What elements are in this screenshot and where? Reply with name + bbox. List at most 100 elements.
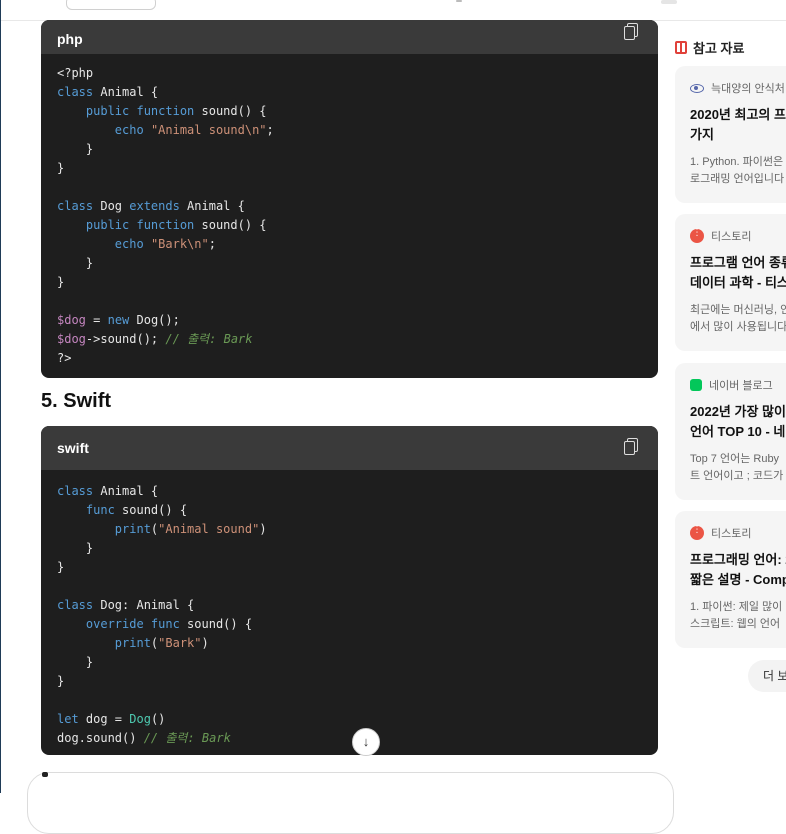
- reference-title[interactable]: 프로그래밍 언어: 2 짧은 설명 - Comp: [690, 550, 786, 590]
- code-token: ?>: [57, 351, 72, 365]
- copy-icon[interactable]: [624, 22, 640, 40]
- code-token: class: [57, 199, 94, 213]
- code-line: ​: [57, 292, 642, 311]
- code-token: }: [57, 275, 65, 289]
- reference-title-line: 언어 TOP 10 - 네: [690, 424, 786, 439]
- reference-card[interactable]: 네이버 블로그 2022년 가장 많이 언어 TOP 10 - 네 Top 7 …: [675, 363, 786, 500]
- code-token: ;: [266, 123, 274, 137]
- more-references-button[interactable]: 더 보기: [748, 660, 786, 692]
- code-token: class: [57, 484, 94, 498]
- reference-snippet-line: 트 언어이고 ; 코드가: [690, 470, 784, 482]
- code-token: (): [150, 712, 166, 726]
- code-token: }: [57, 541, 94, 555]
- code-token: // 출력: Bark: [165, 332, 253, 346]
- code-line: }: [57, 159, 642, 178]
- code-line: ​: [57, 577, 642, 596]
- code-token: }: [57, 655, 94, 669]
- code-block-swift: swift class Animal { func sound() { prin…: [41, 426, 658, 755]
- reference-source: 티스토리: [690, 524, 752, 541]
- code-line: public function sound() {: [57, 102, 642, 121]
- code-line: func sound() {: [57, 501, 642, 520]
- code-block-header: swift: [41, 426, 658, 470]
- message-composer[interactable]: [27, 772, 674, 834]
- code-line: class Dog extends Animal {: [57, 197, 642, 216]
- code-token: "Bark\n": [150, 237, 209, 251]
- code-line: print("Animal sound"): [57, 520, 642, 539]
- scroll-down-button[interactable]: ↓: [352, 728, 380, 756]
- reference-title[interactable]: 2020년 최고의 프 가지: [690, 105, 786, 145]
- reference-card[interactable]: 늑대양의 안식처 2020년 최고의 프 가지 1. Python. 파이썬은 …: [675, 66, 786, 203]
- references-sidebar: 참고 자료 늑대양의 안식처 2020년 최고의 프 가지 1. Python.…: [675, 20, 786, 793]
- code-line: }: [57, 653, 642, 672]
- reference-snippet-line: 로그래밍 언어입니다: [690, 173, 785, 185]
- code-token: public function: [85, 104, 195, 118]
- reference-card[interactable]: 티스토리 프로그래밍 언어: 2 짧은 설명 - Comp 1. 파이썬: 제일…: [675, 511, 786, 648]
- code-token: sound() {: [179, 617, 253, 631]
- code-token: print: [114, 636, 151, 650]
- reference-snippet: 1. Python. 파이썬은 로그래밍 언어입니다: [690, 154, 786, 188]
- code-token: Dog: Animal {: [93, 598, 195, 612]
- code-token: echo: [114, 237, 144, 251]
- code-token: Dog: [93, 199, 130, 213]
- reference-title-line: 가지: [690, 127, 714, 142]
- top-bar-fragment: [661, 0, 677, 4]
- tistory-icon: [690, 227, 704, 243]
- code-line: <?php: [57, 64, 642, 83]
- reference-card[interactable]: 티스토리 프로그램 언어 종류 데이터 과학 - 티스 최근에는 머신러닝, 인…: [675, 214, 786, 351]
- code-token: }: [57, 142, 94, 156]
- code-token: class: [57, 598, 94, 612]
- code-line: class Dog: Animal {: [57, 596, 642, 615]
- reference-snippet-line: Top 7 언어는 Ruby: [690, 453, 780, 465]
- code-token: "Animal sound\n": [150, 123, 267, 137]
- reference-source: 늑대양의 안식처: [690, 80, 785, 96]
- window-edge: [0, 0, 1, 793]
- reference-source: 네이버 블로그: [690, 377, 773, 393]
- code-token: class: [57, 85, 94, 99]
- reference-title[interactable]: 2022년 가장 많이 언어 TOP 10 - 네: [690, 402, 786, 442]
- code-block-header: php: [41, 20, 658, 54]
- top-bar-button[interactable]: [66, 0, 156, 10]
- reference-source: 티스토리: [690, 227, 751, 244]
- copy-icon[interactable]: [624, 437, 640, 455]
- code-token: $dog: [57, 313, 86, 327]
- eye-logo-icon: [690, 83, 704, 93]
- reference-snippet-line: 에서 많이 사용됩니다: [690, 321, 786, 333]
- code-line: echo "Animal sound\n";: [57, 121, 642, 140]
- code-token: public function: [85, 218, 195, 232]
- code-token: dog.sound(): [57, 731, 144, 745]
- code-line: echo "Bark\n";: [57, 235, 642, 254]
- code-token: Animal {: [179, 199, 245, 213]
- reference-title-line: 짧은 설명 - Comp: [690, 572, 786, 587]
- code-token: Animal {: [93, 484, 159, 498]
- reference-source-name: 티스토리: [711, 528, 752, 540]
- code-token: }: [57, 256, 94, 270]
- reference-title-line: 2022년 가장 많이: [690, 404, 786, 419]
- code-language-label: swift: [57, 440, 89, 456]
- code-token: <?php: [57, 66, 94, 80]
- code-token: Dog();: [129, 313, 180, 327]
- top-bar: [1, 0, 786, 21]
- reference-title-line: 프로그래밍 언어: 2: [690, 552, 786, 567]
- code-token: print: [114, 522, 151, 536]
- code-token: }: [57, 560, 65, 574]
- code-line: $dog = new Dog();: [57, 311, 642, 330]
- references-title: 참고 자료: [693, 41, 745, 56]
- code-token: extends: [129, 199, 180, 213]
- code-line: override func sound() {: [57, 615, 642, 634]
- code-line: }: [57, 140, 642, 159]
- reference-title[interactable]: 프로그램 언어 종류 데이터 과학 - 티스: [690, 253, 786, 293]
- code-token: sound() {: [194, 218, 267, 232]
- code-line: print("Bark"): [57, 634, 642, 653]
- top-bar-fragment: [456, 0, 462, 2]
- code-line: }: [57, 254, 642, 273]
- code-token: override func: [85, 617, 180, 631]
- code-language-label: php: [57, 31, 83, 47]
- code-line: $dog->sound(); // 출력: Bark: [57, 330, 642, 349]
